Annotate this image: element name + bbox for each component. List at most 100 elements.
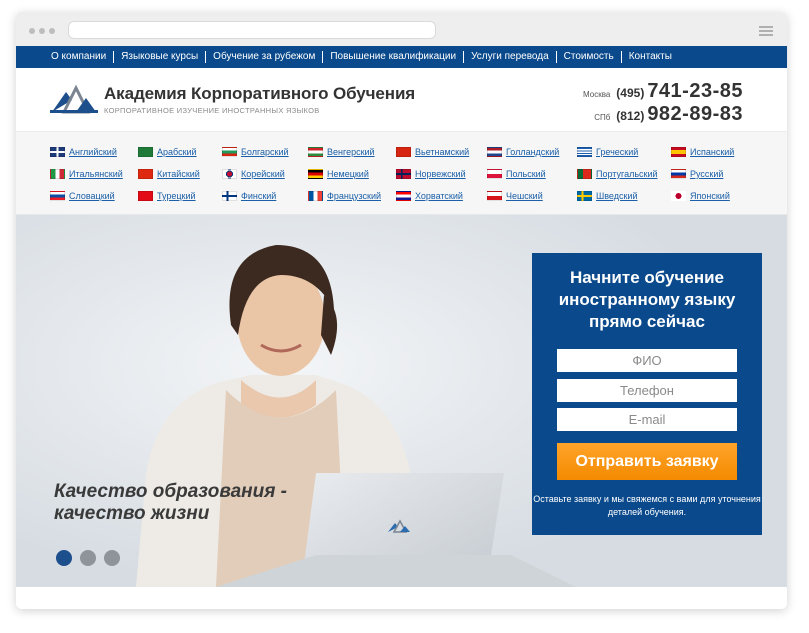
form-title: Начните обучение иностранному языку прям…: [558, 268, 736, 331]
language-label: Венгерский: [327, 147, 375, 157]
saudi-flag-icon: [138, 147, 153, 157]
korea-flag-icon: [222, 169, 237, 179]
nav-item-translation[interactable]: Услуги перевода: [463, 51, 556, 63]
language-link[interactable]: Чешский: [487, 189, 543, 203]
language-label: Норвежский: [415, 169, 466, 179]
language-link[interactable]: Японский: [671, 189, 730, 203]
language-label: Греческий: [596, 147, 639, 157]
turkey-flag-icon: [138, 191, 153, 201]
netherlands-flag-icon: [487, 147, 502, 157]
nav-item-contacts[interactable]: Контакты: [620, 51, 679, 63]
language-link[interactable]: Голландский: [487, 145, 559, 159]
language-link[interactable]: Хорватский: [396, 189, 463, 203]
hero-banner: Качество образования - качество жизни На…: [16, 215, 787, 587]
language-link[interactable]: Португальский: [577, 167, 658, 181]
language-link[interactable]: Норвежский: [396, 167, 466, 181]
signup-form: Начните обучение иностранному языку прям…: [532, 253, 762, 535]
nav-item-courses[interactable]: Языковые курсы: [113, 51, 205, 63]
language-link[interactable]: Французский: [308, 189, 381, 203]
france-flag-icon: [308, 191, 323, 201]
language-label: Арабский: [157, 147, 197, 157]
language-label: Испанский: [690, 147, 735, 157]
slider-dot-2[interactable]: [80, 550, 96, 566]
language-link[interactable]: Русский: [671, 167, 723, 181]
language-link[interactable]: Арабский: [138, 145, 197, 159]
phone-moscow[interactable]: Москва (495) 741-23-85: [583, 80, 743, 103]
vietnam-flag-icon: [396, 147, 411, 157]
language-link[interactable]: Финский: [222, 189, 276, 203]
language-link[interactable]: Итальянский: [50, 167, 123, 181]
language-link[interactable]: Немецкий: [308, 167, 369, 181]
language-label: Болгарский: [241, 147, 289, 157]
language-label: Шведский: [596, 191, 638, 201]
language-label: Вьетнамский: [415, 147, 470, 157]
nav-item-qualification[interactable]: Повышение квалификации: [322, 51, 463, 63]
name-input[interactable]: [557, 349, 737, 372]
language-link[interactable]: Испанский: [671, 145, 734, 159]
phone-code: (495): [616, 86, 645, 100]
language-link[interactable]: Греческий: [577, 145, 638, 159]
window-dot-icon: [29, 28, 35, 34]
language-link[interactable]: Турецкий: [138, 189, 196, 203]
hungary-flag-icon: [308, 147, 323, 157]
language-label: Итальянский: [69, 169, 123, 179]
finland-flag-icon: [222, 191, 237, 201]
language-link[interactable]: Корейский: [222, 167, 285, 181]
window-dot-icon: [39, 28, 45, 34]
top-navigation: О компании Языковые курсы Обучение за ру…: [16, 46, 787, 68]
language-label: Русский: [690, 169, 724, 179]
spain-flag-icon: [671, 147, 686, 157]
uk-flag-icon: [50, 147, 65, 157]
menu-icon[interactable]: [759, 26, 773, 38]
submit-button[interactable]: Отправить заявку: [557, 443, 737, 480]
norway-flag-icon: [396, 169, 411, 179]
portugal-flag-icon: [577, 169, 592, 179]
browser-window: О компании Языковые курсы Обучение за ру…: [16, 12, 787, 609]
form-note: Оставьте заявку и мы свяжемся с вами для…: [533, 494, 761, 517]
language-link[interactable]: Болгарский: [222, 145, 289, 159]
nav-item-abroad[interactable]: Обучение за рубежом: [205, 51, 322, 63]
phone-city: Москва: [582, 90, 611, 99]
window-dot-icon: [49, 28, 55, 34]
address-bar[interactable]: [68, 21, 436, 39]
language-link[interactable]: Словацкий: [50, 189, 115, 203]
language-label: Голландский: [506, 147, 560, 157]
phone-spb[interactable]: СПб (812) 982-89-83: [594, 103, 743, 126]
nav-item-about[interactable]: О компании: [46, 51, 113, 63]
nav-item-pricing[interactable]: Стоимость: [555, 51, 621, 63]
brand-subtitle: КОРПОРАТИВНОЕ ИЗУЧЕНИЕ ИНОСТРАННЫХ ЯЗЫКО…: [104, 106, 320, 115]
language-link[interactable]: Венгерский: [308, 145, 375, 159]
language-label: Японский: [690, 191, 730, 201]
slider-dot-3[interactable]: [104, 550, 120, 566]
poland-flag-icon: [487, 169, 502, 179]
language-link[interactable]: Вьетнамский: [396, 145, 469, 159]
language-label: Польский: [506, 169, 546, 179]
greece-flag-icon: [577, 147, 592, 157]
japan-flag-icon: [671, 191, 686, 201]
brand-title[interactable]: Академия Корпоративного Обучения: [104, 84, 415, 104]
russia-flag-icon: [671, 169, 686, 179]
china-flag-icon: [138, 169, 153, 179]
language-list: Английский Арабский Болгарский Венгерский Вь…: [16, 131, 787, 215]
language-label: Хорватский: [415, 191, 463, 201]
czech-flag-icon: [487, 191, 502, 201]
sweden-flag-icon: [577, 191, 592, 201]
language-label: Словацкий: [69, 191, 115, 201]
slogan-line: Качество образования -: [54, 481, 288, 502]
site-header: Академия Корпоративного Обучения КОРПОРА…: [16, 68, 787, 131]
language-label: Финский: [241, 191, 277, 201]
language-label: Португальский: [596, 169, 658, 179]
email-input[interactable]: [557, 408, 737, 431]
language-label: Английский: [69, 147, 117, 157]
phone-input[interactable]: [557, 379, 737, 402]
language-link[interactable]: Английский: [50, 145, 117, 159]
language-link[interactable]: Польский: [487, 167, 546, 181]
phone-number: 982-89-83: [647, 103, 743, 125]
hero-slogan: Качество образования - качество жизни: [54, 481, 287, 525]
language-link[interactable]: Китайский: [138, 167, 200, 181]
bulgaria-flag-icon: [222, 147, 237, 157]
slider-dot-1[interactable]: [56, 550, 72, 566]
page-bottom: [16, 587, 787, 609]
logo-icon[interactable]: [50, 84, 98, 114]
language-link[interactable]: Шведский: [577, 189, 637, 203]
